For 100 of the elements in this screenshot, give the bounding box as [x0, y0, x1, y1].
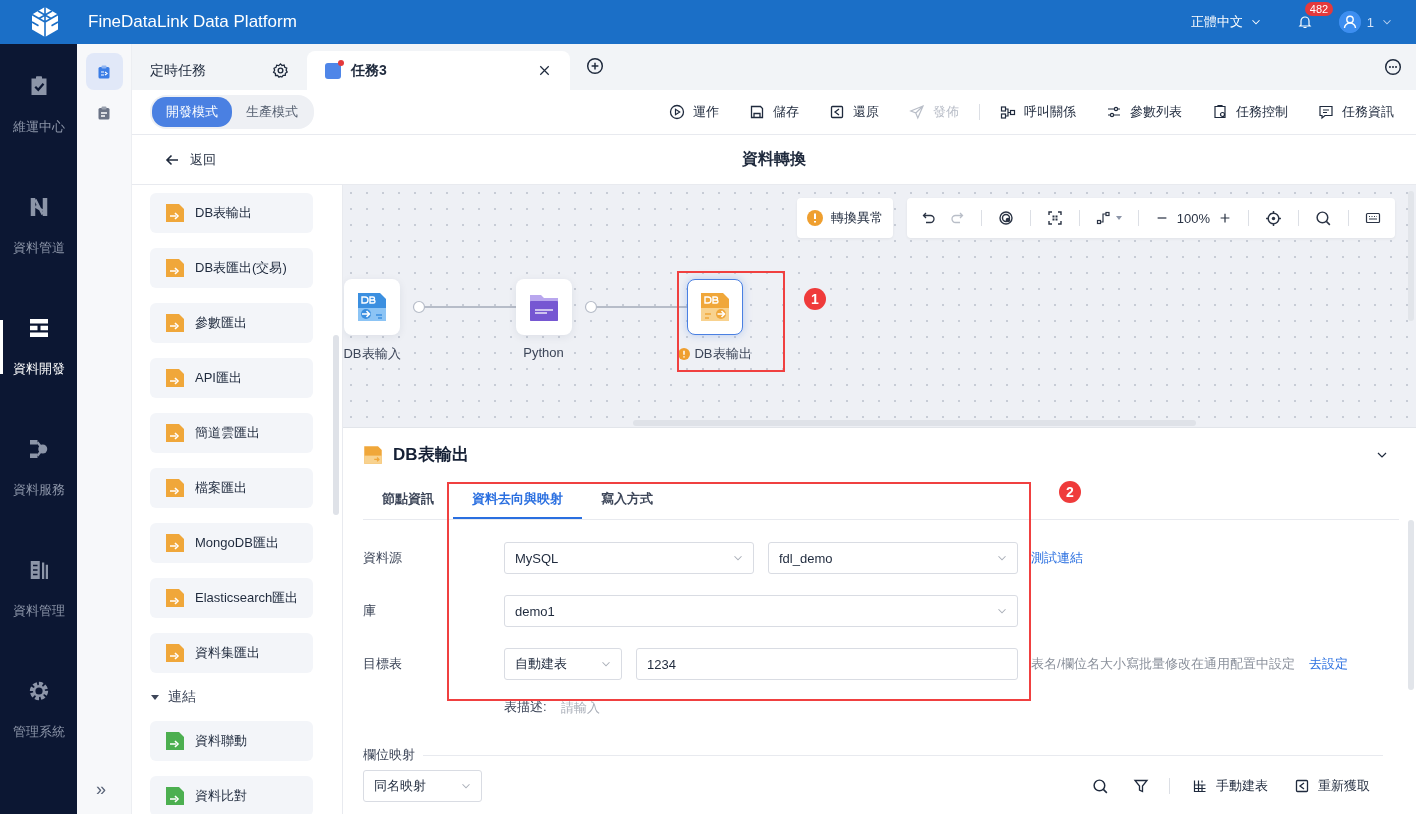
avatar-icon[interactable] [1338, 11, 1361, 33]
palette-item[interactable]: DB表匯出(交易) [150, 248, 313, 288]
section-title: 欄位映射 [363, 746, 415, 764]
palette-item[interactable]: API匯出 [150, 358, 313, 398]
nav-item[interactable]: 維運中心 [0, 44, 77, 165]
palette-item[interactable]: DB表輸出 [150, 193, 313, 233]
mode-toggle[interactable]: 開發模式 [152, 97, 232, 127]
caret-icon [150, 692, 160, 702]
panel-tab[interactable]: 資料去向與映射 [453, 481, 582, 519]
language-selector[interactable]: 正體中文 [1190, 13, 1263, 31]
hint-text: 表名/欄位名大小寫批量修改在通用配置中設定 [1031, 655, 1295, 673]
connector-style-icon[interactable] [1095, 210, 1112, 226]
toolbar-button[interactable]: 任務資訊 [1318, 103, 1394, 121]
scrollbar[interactable] [1408, 191, 1414, 321]
search-icon[interactable] [1092, 777, 1109, 795]
palette-item[interactable]: Elasticsearch匯出 [150, 578, 313, 618]
fit-view-icon[interactable] [1046, 210, 1063, 226]
select-field[interactable]: MySQL [504, 542, 754, 574]
locate-icon[interactable] [1265, 209, 1282, 227]
palette-item[interactable]: 資料聯動 [150, 721, 313, 761]
more-icon[interactable] [1384, 58, 1402, 76]
task-tab[interactable]: 任務3 [307, 51, 570, 90]
publish-icon [909, 104, 925, 120]
expand-button[interactable]: » [96, 779, 106, 800]
action-button[interactable]: 重新獲取 [1294, 777, 1370, 795]
nav-item[interactable]: 資料開發 [0, 286, 77, 407]
info-icon [1318, 104, 1334, 120]
toolbar-button[interactable]: 儲存 [749, 103, 799, 121]
select-field[interactable]: 自動建表 [504, 648, 622, 680]
node-label: DB表輸入 [343, 345, 401, 363]
warning-button[interactable]: 轉換異常 [796, 198, 893, 238]
relation-icon [1000, 104, 1016, 120]
caret-icon[interactable] [1115, 216, 1122, 220]
mode-toggle[interactable]: 生產模式 [232, 97, 312, 127]
keyboard-icon[interactable] [1365, 210, 1381, 226]
input-field[interactable]: 1234 [636, 648, 1018, 680]
group-header[interactable]: 連結 [150, 688, 342, 706]
toolbar-button[interactable]: 運作 [669, 103, 719, 121]
field-label: 庫 [363, 602, 377, 620]
params-icon [1106, 104, 1122, 120]
step-number: 2 [1059, 481, 1081, 503]
field-label: 表描述: [504, 698, 547, 716]
warning-icon [806, 210, 823, 226]
flow-node[interactable] [687, 279, 743, 335]
database-output-icon [363, 444, 383, 465]
palette-item[interactable]: 資料集匯出 [150, 633, 313, 673]
panel-title: DB表輸出 [393, 444, 469, 466]
database-input-icon [356, 291, 388, 323]
notification-badge: 482 [1304, 2, 1334, 16]
zoom-in-icon[interactable] [1218, 211, 1232, 225]
control-icon [1212, 104, 1228, 120]
panel-tab[interactable]: 節點資訊 [363, 481, 453, 519]
nav-item[interactable]: 資料服務 [0, 407, 77, 528]
filter-icon[interactable] [1133, 778, 1149, 794]
nav-item[interactable]: 管理系統 [0, 649, 77, 770]
palette-item[interactable]: 資料比對 [150, 776, 313, 814]
palette-item[interactable]: 檔案匯出 [150, 468, 313, 508]
link[interactable]: 測試連結 [1031, 549, 1083, 567]
toolbar-button[interactable]: 參數列表 [1106, 103, 1182, 121]
search-icon[interactable] [1315, 209, 1332, 227]
toolbar-button[interactable]: 任務控制 [1212, 103, 1288, 121]
scrollbar[interactable] [333, 335, 339, 515]
database-output-icon [699, 291, 731, 323]
action-button[interactable]: 手動建表 [1192, 777, 1268, 795]
user-name: 1 [1366, 14, 1374, 30]
field-label: 資料源 [363, 549, 403, 567]
close-icon[interactable] [537, 63, 552, 78]
radar-icon[interactable] [997, 210, 1014, 226]
app-title: FineDataLink Data Platform [88, 12, 297, 32]
zoom-level: 100% [1176, 210, 1210, 226]
table-icon [1192, 778, 1208, 794]
select-field[interactable]: fdl_demo [768, 542, 1018, 574]
palette-item[interactable]: 參數匯出 [150, 303, 313, 343]
run-icon [669, 104, 685, 120]
nav-item[interactable]: 資料管道 [0, 165, 77, 286]
nav-item[interactable]: 資料管理 [0, 528, 77, 649]
restore-icon [829, 104, 845, 120]
flow-node[interactable] [515, 279, 572, 335]
bell-icon[interactable] [1296, 14, 1313, 30]
settings-icon[interactable] [272, 62, 289, 79]
flow-node[interactable] [344, 279, 400, 335]
save-icon [749, 104, 765, 120]
task-tab[interactable]: 定時任務 [132, 51, 307, 90]
add-tab-icon[interactable] [586, 57, 604, 75]
palette-item[interactable]: MongoDB匯出 [150, 523, 313, 563]
palette-item[interactable]: 簡道雲匯出 [150, 413, 313, 453]
toolbar-button[interactable]: 還原 [829, 103, 879, 121]
scrollbar[interactable] [1408, 520, 1414, 690]
field-label: 目標表 [363, 655, 403, 673]
link[interactable]: 去設定 [1308, 655, 1348, 673]
node-label: Python [523, 345, 564, 360]
panel-tab[interactable]: 寫入方式 [582, 481, 672, 519]
undo-icon[interactable] [920, 210, 937, 226]
page-title: 資料轉換 [742, 150, 806, 167]
back-button[interactable]: 返回 [164, 150, 216, 169]
select-field[interactable]: demo1 [504, 595, 1018, 627]
toolbar-button[interactable]: 呼叫關係 [1000, 103, 1076, 121]
refresh-icon [1294, 778, 1310, 794]
select-field[interactable]: 同名映射 [363, 770, 482, 802]
node-label: DB表輸出 [694, 345, 752, 363]
